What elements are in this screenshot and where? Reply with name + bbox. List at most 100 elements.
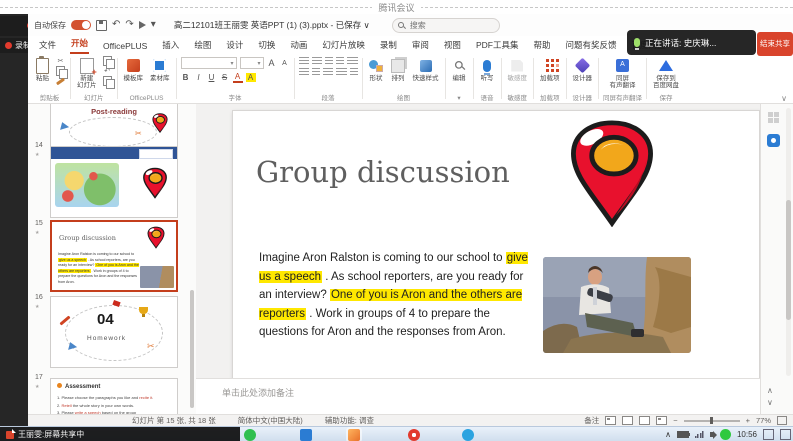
thumbnail-slide-17[interactable]: Assessment 1. Please choose the paragrap… (50, 378, 178, 414)
grow-font-icon[interactable]: A (267, 58, 277, 68)
indent-increase-icon[interactable] (336, 57, 344, 65)
taskbar-wechat-icon[interactable] (244, 429, 256, 441)
editing-dropdown-icon[interactable]: ▾ (457, 93, 460, 102)
dictate-button[interactable]: 听写 (478, 57, 497, 83)
tab-review[interactable]: 审阅 (411, 36, 430, 54)
slide-body-text[interactable]: Imagine Aron Ralston is coming to our sc… (259, 249, 539, 342)
tab-view[interactable]: 视图 (443, 36, 462, 54)
columns-icon[interactable] (350, 68, 358, 76)
zoom-slider[interactable] (684, 420, 740, 422)
thumbnail-slide-13[interactable]: Post-reading ✂ (50, 104, 178, 148)
taskbar-meeting-icon[interactable] (348, 429, 360, 441)
layout-grid-icon[interactable] (768, 112, 779, 123)
tab-slideshow[interactable]: 幻灯片放映 (321, 36, 366, 54)
annotation-pen-icon[interactable] (6, 431, 14, 439)
reading-view-icon[interactable] (639, 416, 650, 425)
tab-design[interactable]: 设计 (225, 36, 244, 54)
zoom-level[interactable]: 77% (756, 416, 771, 425)
tab-transitions[interactable]: 切换 (257, 36, 276, 54)
tab-animations[interactable]: 动画 (289, 36, 308, 54)
designer-button[interactable]: 设计器 (571, 57, 595, 83)
tab-record[interactable]: 录制 (379, 36, 398, 54)
sensitivity-button[interactable]: 敏感度 (506, 57, 530, 83)
notes-placeholder[interactable]: 单击此处添加备注 (222, 386, 294, 399)
taskbar-app-icon[interactable] (300, 429, 312, 441)
fit-to-window-icon[interactable] (777, 416, 787, 425)
tab-home[interactable]: 开始 (70, 34, 89, 54)
copy-icon[interactable] (56, 66, 65, 76)
paste-button[interactable]: 粘贴 (33, 57, 52, 83)
shapes-button[interactable]: 形状 (367, 57, 386, 83)
zoom-slider-handle[interactable] (710, 417, 713, 424)
network-icon[interactable] (695, 431, 704, 438)
tray-expand-icon[interactable]: ∧ (665, 430, 671, 439)
end-share-button[interactable]: 结束共享 (757, 32, 793, 56)
underline-icon[interactable]: U (207, 73, 217, 82)
language-status[interactable]: 简体中文(中国大陆) (238, 415, 303, 426)
align-right-icon[interactable] (323, 68, 333, 76)
tray-green-app-icon[interactable] (720, 429, 731, 440)
slideshow-view-icon[interactable] (656, 416, 667, 425)
collapse-ribbon-icon[interactable]: ∨ (781, 94, 787, 103)
bold-icon[interactable]: B (181, 73, 191, 82)
tab-officeplus[interactable]: OfficePLUS (102, 38, 148, 54)
section-icon[interactable] (103, 76, 112, 86)
tab-insert[interactable]: 插入 (161, 36, 180, 54)
vertical-scrollbar-thumb[interactable] (786, 200, 791, 320)
previous-slide-icon[interactable]: ∧ (767, 386, 773, 395)
slide-title[interactable]: Group discussion (256, 155, 510, 189)
align-center-icon[interactable] (312, 68, 320, 76)
thumbnail-scrollbar[interactable] (190, 290, 194, 408)
new-slide-button[interactable]: 新建 幻灯片 (75, 57, 99, 91)
template-library-button[interactable]: 模板库 (122, 57, 146, 83)
thumbnail-slide-15-selected[interactable]: Group discussion Imagine Aron Ralston is… (50, 220, 178, 292)
zoom-out-icon[interactable]: − (673, 416, 677, 425)
save-icon[interactable] (96, 20, 107, 31)
normal-view-icon[interactable] (605, 416, 616, 425)
battery-icon[interactable] (677, 431, 689, 438)
accessibility-status[interactable]: 辅助功能: 调查 (325, 415, 374, 426)
align-left-icon[interactable] (299, 68, 309, 76)
notification-center-icon[interactable] (763, 429, 774, 440)
numbering-icon[interactable] (312, 57, 322, 65)
tab-draw[interactable]: 绘图 (193, 36, 212, 54)
volume-icon[interactable] (710, 432, 714, 437)
asset-library-button[interactable]: 素材库 (148, 57, 172, 83)
next-slide-icon[interactable]: ∨ (767, 398, 773, 407)
slide-sorter-view-icon[interactable] (622, 416, 633, 425)
redo-icon[interactable]: ↷ (125, 20, 133, 30)
font-name-select[interactable]: ▾ (181, 57, 237, 69)
design-ideas-icon[interactable] (767, 134, 780, 147)
bullets-icon[interactable] (299, 57, 309, 65)
thumbnail-slide-16[interactable]: 04 Homework ✂ (50, 296, 178, 368)
undo-icon[interactable]: ↶ (112, 20, 120, 30)
taskbar-telegram-icon[interactable] (462, 429, 474, 441)
slide-canvas[interactable]: Group discussion Imagine Aron Ralston is… (232, 110, 760, 380)
zoom-in-icon[interactable]: + (746, 416, 750, 425)
line-spacing-icon[interactable] (347, 57, 358, 65)
notes-toggle-button[interactable]: 备注 (584, 415, 599, 426)
cut-icon[interactable]: ✂ (55, 57, 66, 65)
text-highlight-icon[interactable]: A (246, 73, 256, 82)
tab-file[interactable]: 文件 (38, 36, 57, 54)
aron-ralston-photo[interactable] (543, 257, 691, 353)
justify-icon[interactable] (336, 68, 347, 76)
search-input[interactable] (408, 20, 482, 31)
shrink-font-icon[interactable]: A (280, 60, 290, 67)
taskbar-record-app-icon[interactable] (408, 429, 420, 441)
strikethrough-icon[interactable]: S (220, 73, 230, 82)
title-dropdown-icon[interactable]: ∨ (364, 20, 370, 30)
show-desktop-icon[interactable] (780, 429, 791, 440)
map-pin-icon[interactable] (563, 119, 661, 227)
arrange-button[interactable]: 排列 (389, 57, 408, 83)
thumbnail-slide-14[interactable] (50, 146, 178, 218)
quick-styles-button[interactable]: 快速样式 (411, 57, 441, 83)
qat-customize-icon[interactable]: ▾ (151, 20, 156, 30)
indent-decrease-icon[interactable] (325, 57, 333, 65)
tab-help[interactable]: 帮助 (532, 36, 551, 54)
clock[interactable]: 10:56 (737, 430, 757, 439)
live-translate-button[interactable]: A同屏 有声翻译 (608, 57, 638, 91)
font-color-icon[interactable]: A (233, 72, 243, 83)
layout-icon[interactable] (103, 56, 112, 66)
format-painter-icon[interactable] (56, 77, 65, 85)
